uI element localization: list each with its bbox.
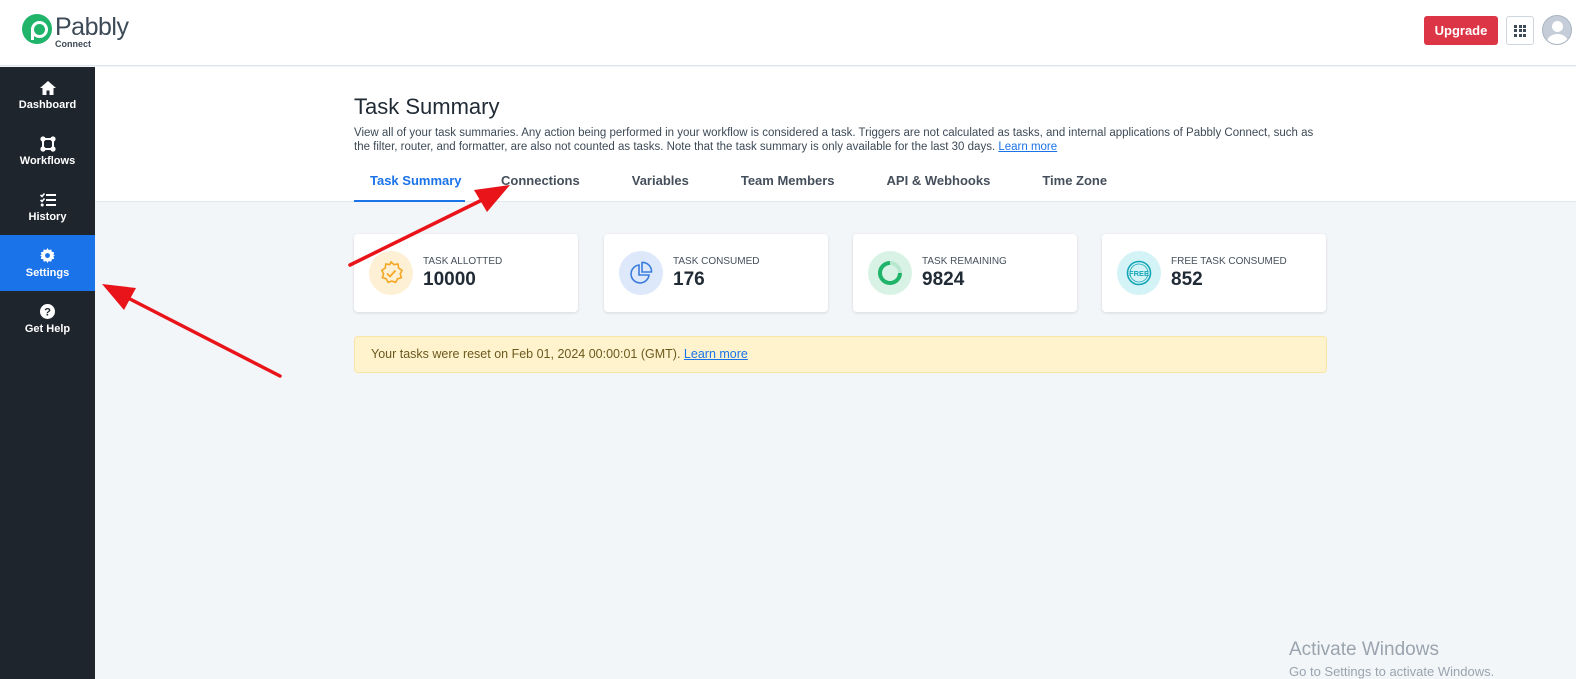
card-value: 176 xyxy=(673,269,705,290)
card-label: FREE TASK CONSUMED xyxy=(1171,256,1287,267)
brand-sub: Connect xyxy=(55,39,91,49)
home-icon xyxy=(39,80,56,96)
badge-check-icon xyxy=(369,251,413,295)
help-icon: ? xyxy=(40,304,55,320)
sidebar-item-workflows[interactable]: Workflows xyxy=(0,123,95,179)
brand-name: Pabbly xyxy=(55,13,129,41)
card-task-allotted: TASK ALLOTTED 10000 xyxy=(354,234,578,312)
apps-menu-button[interactable] xyxy=(1506,16,1534,45)
tab-api-webhooks[interactable]: API & Webhooks xyxy=(887,163,991,202)
reset-notice: Your tasks were reset on Feb 01, 2024 00… xyxy=(354,336,1327,373)
apps-grid-icon xyxy=(1514,24,1526,37)
top-bar: Pabbly Connect Upgrade xyxy=(0,0,1576,66)
logo-mark-icon xyxy=(22,14,52,44)
settings-tabs: Task Summary Connections Variables Team … xyxy=(354,163,1107,202)
sidebar-item-dashboard[interactable]: Dashboard xyxy=(0,67,95,123)
pie-chart-icon xyxy=(619,251,663,295)
card-task-remaining: TASK REMAINING 9824 xyxy=(853,234,1077,312)
sidebar-item-label: History xyxy=(28,210,67,223)
page-title: Task Summary xyxy=(354,94,500,119)
free-badge-icon: FREE xyxy=(1117,251,1161,295)
card-value: 852 xyxy=(1171,269,1203,290)
tab-variables[interactable]: Variables xyxy=(632,163,689,202)
card-task-consumed: TASK CONSUMED 176 xyxy=(604,234,828,312)
sidebar-item-label: Workflows xyxy=(19,154,76,167)
tab-team-members[interactable]: Team Members xyxy=(741,163,835,202)
tab-task-summary[interactable]: Task Summary xyxy=(354,163,465,202)
card-label: TASK CONSUMED xyxy=(673,256,760,267)
sidebar-item-label: Dashboard xyxy=(18,98,77,111)
notice-text: Your tasks were reset on Feb 01, 2024 00… xyxy=(371,347,681,361)
svg-text:?: ? xyxy=(44,306,51,318)
tab-time-zone[interactable]: Time Zone xyxy=(1042,163,1107,202)
sidebar: Dashboard Workflows History Settings ? G… xyxy=(0,67,95,679)
workflows-icon xyxy=(39,135,57,152)
sidebar-item-history[interactable]: History xyxy=(0,179,95,235)
card-label: TASK REMAINING xyxy=(922,256,1007,267)
card-value: 9824 xyxy=(922,269,965,290)
learn-more-link[interactable]: Learn more xyxy=(998,141,1057,153)
progress-ring-icon xyxy=(868,251,912,295)
pabbly-logo[interactable]: Pabbly Connect xyxy=(22,14,129,49)
gear-icon xyxy=(40,248,55,264)
sidebar-item-get-help[interactable]: ? Get Help xyxy=(0,291,95,347)
user-avatar[interactable] xyxy=(1542,15,1572,45)
sidebar-item-label: Settings xyxy=(25,266,70,279)
sidebar-item-label: Get Help xyxy=(24,322,71,335)
watermark-subtitle: Go to Settings to activate Windows. xyxy=(1289,664,1495,679)
card-value: 10000 xyxy=(423,269,476,290)
arrow-to-settings xyxy=(102,284,282,378)
card-free-task-consumed: FREE FREE TASK CONSUMED 852 xyxy=(1102,234,1326,312)
tab-connections[interactable]: Connections xyxy=(501,163,580,202)
watermark-title: Activate Windows xyxy=(1289,639,1439,660)
page-description: View all of your task summaries. Any act… xyxy=(354,126,1314,154)
description-text: View all of your task summaries. Any act… xyxy=(354,127,1314,153)
windows-activation-watermark: Activate Windows Go to Settings to activ… xyxy=(1289,639,1494,679)
upgrade-button[interactable]: Upgrade xyxy=(1424,16,1498,45)
notice-learn-more-link[interactable]: Learn more xyxy=(684,347,748,361)
svg-text:FREE: FREE xyxy=(1129,269,1149,278)
card-label: TASK ALLOTTED xyxy=(423,256,503,267)
history-icon xyxy=(39,192,56,208)
sidebar-item-settings[interactable]: Settings xyxy=(0,235,95,291)
